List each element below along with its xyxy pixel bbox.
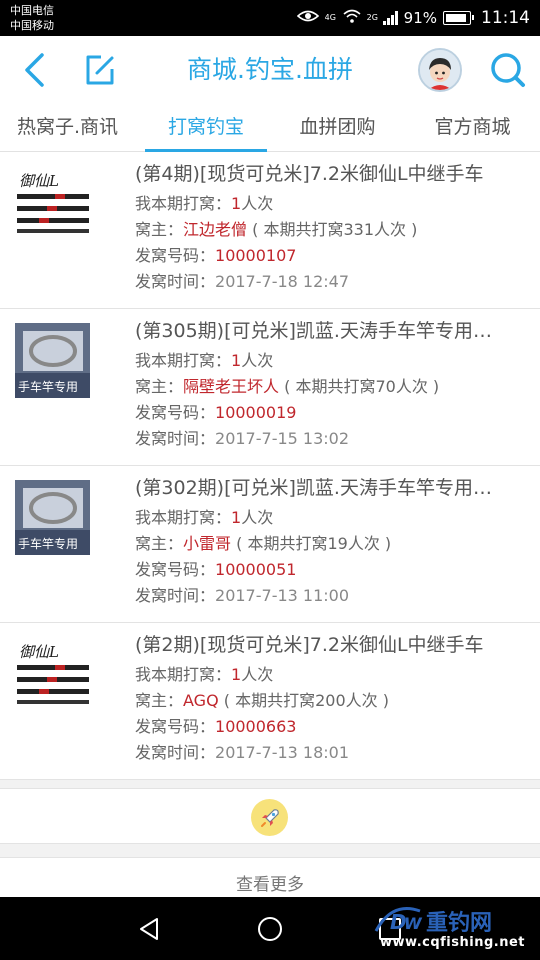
item-title: (第2期)[现货可兑米]7.2米御仙L中继手车 (135, 634, 484, 656)
item-code: 10000663 (215, 717, 297, 736)
back-button[interactable] (14, 48, 54, 92)
watermark-logo: D W (374, 907, 423, 934)
status-indicators: 4G 2G 91% 11:14 (296, 0, 530, 36)
nav-home-button[interactable] (252, 911, 288, 947)
thumbnail-brand-text: 手车竿专用 (18, 536, 78, 551)
item-title: (第4期)[现货可兑米]7.2米御仙L中继手车 (135, 163, 484, 185)
item-title: (第305期)[可兑米]凯蓝.天涛手车竿专用… (135, 320, 492, 342)
network-2g-label: 2G (366, 13, 378, 22)
item-code: 10000051 (215, 560, 297, 579)
item-title: (第302期)[可兑米]凯蓝.天涛手车竿专用… (135, 477, 492, 499)
owner-name[interactable]: 小雷哥 (183, 534, 231, 553)
tab-hot-news[interactable]: 热窝子.商讯 (0, 104, 135, 152)
owner-line: 窝主：隔壁老王坏人 ( 本期共打窝70人次 ) (135, 377, 440, 396)
my-bets-line: 我本期打窝：1人次 (135, 508, 274, 527)
my-bets-count: 1 (231, 665, 242, 684)
tab-bar: 热窝子.商讯 打窝钓宝 血拼团购 官方商城 (0, 104, 540, 152)
search-icon (491, 53, 525, 87)
clock: 11:14 (481, 8, 530, 28)
view-more-button[interactable]: 查看更多 (0, 857, 540, 897)
my-bets-count: 1 (231, 508, 242, 527)
rocket-icon (260, 808, 279, 827)
total-bets: 331 (343, 220, 375, 239)
battery-percent: 91% (403, 9, 437, 27)
watermark-name: 重钓网 (426, 911, 493, 936)
total-bets: 200 (315, 691, 346, 710)
battery-icon (443, 11, 474, 25)
network-4g-label: 4G (324, 13, 336, 22)
eye-icon (296, 8, 319, 28)
page-title: 商城.钓宝.血拼 (187, 55, 353, 84)
list-item[interactable]: 手车竿专用 (第302期)[可兑米]凯蓝.天涛手车竿专用… 我本期打窝：1人次 … (0, 466, 540, 623)
carrier-2: 中国移动 (10, 19, 54, 32)
owner-line: 窝主：江边老僧 ( 本期共打窝331人次 ) (135, 220, 418, 239)
item-time: 2017-7-13 18:01 (215, 743, 350, 762)
thumbnail-brand-text: 手车竿专用 (18, 379, 78, 394)
item-time: 2017-7-13 11:00 (215, 586, 350, 605)
thumbnail-brand-text: 御仙L (19, 643, 59, 661)
product-thumbnail: 御仙L (15, 637, 90, 712)
owner-name[interactable]: 隔壁老王坏人 (183, 377, 279, 396)
list-item[interactable]: 御仙L (第2期)[现货可兑米]7.2米御仙L中继手车 我本期打窝：1人次 窝主… (0, 623, 540, 780)
chevron-left-icon (25, 53, 44, 87)
my-bets-line: 我本期打窝：1人次 (135, 665, 274, 684)
code-line: 发窝号码：10000019 (135, 403, 297, 422)
nav-back-button[interactable] (131, 911, 167, 947)
my-bets-line: 我本期打窝：1人次 (135, 194, 274, 213)
site-watermark: D W 重钓网 www.cqfishing.net (372, 905, 532, 955)
scroll-top-bar (0, 788, 540, 844)
circle-home-icon (258, 917, 282, 941)
svg-text:W: W (404, 914, 423, 933)
carrier-1: 中国电信 (10, 4, 54, 17)
product-thumbnail: 手车竿专用 (15, 480, 90, 555)
thumbnail-brand-text: 御仙L (19, 172, 59, 190)
scroll-top-button[interactable] (251, 799, 288, 836)
owner-name[interactable]: AGQ (183, 691, 219, 710)
edit-button[interactable] (78, 48, 122, 92)
item-time: 2017-7-18 12:47 (215, 272, 350, 291)
search-button[interactable] (486, 48, 530, 92)
time-line: 发窝时间：2017-7-18 12:47 (135, 272, 350, 291)
edit-icon (86, 55, 114, 85)
time-line: 发窝时间：2017-7-15 13:02 (135, 429, 350, 448)
signal-icon (382, 11, 398, 25)
treasure-list: 御仙L (第4期)[现货可兑米]7.2米御仙L中继手车 我本期打窝：1人次 窝主… (0, 152, 540, 780)
user-avatar-icon (420, 50, 460, 90)
avatar[interactable] (418, 48, 462, 92)
owner-name[interactable]: 江边老僧 (183, 220, 247, 239)
my-bets-count: 1 (231, 194, 242, 213)
code-line: 发窝号码：10000051 (135, 560, 297, 579)
owner-line: 窝主：AGQ ( 本期共打窝200人次 ) (135, 691, 389, 710)
app-header: 商城.钓宝.血拼 (0, 36, 540, 104)
tab-official-mall[interactable]: 官方商城 (405, 104, 540, 152)
code-line: 发窝号码：10000107 (135, 246, 297, 265)
list-item[interactable]: 御仙L (第4期)[现货可兑米]7.2米御仙L中继手车 我本期打窝：1人次 窝主… (0, 152, 540, 309)
tab-fishing-treasure[interactable]: 打窝钓宝 (145, 104, 267, 152)
total-bets: 19 (327, 534, 348, 553)
tab-group-buy[interactable]: 血拼团购 (270, 104, 405, 152)
watermark-url: www.cqfishing.net (380, 935, 525, 950)
item-time: 2017-7-15 13:02 (215, 429, 350, 448)
item-details: (第302期)[可兑米]凯蓝.天涛手车竿专用… 我本期打窝：1人次 窝主：小雷哥… (135, 472, 528, 609)
wifi-icon (343, 8, 361, 28)
item-code: 10000107 (215, 246, 297, 265)
time-line: 发窝时间：2017-7-13 18:01 (135, 743, 350, 762)
item-details: (第305期)[可兑米]凯蓝.天涛手车竿专用… 我本期打窝：1人次 窝主：隔壁老… (135, 315, 528, 452)
list-item[interactable]: 手车竿专用 (第305期)[可兑米]凯蓝.天涛手车竿专用… 我本期打窝：1人次 … (0, 309, 540, 466)
product-thumbnail: 手车竿专用 (15, 323, 90, 398)
total-bets: 70 (375, 377, 396, 396)
item-details: (第4期)[现货可兑米]7.2米御仙L中继手车 我本期打窝：1人次 窝主：江边老… (135, 158, 528, 295)
owner-line: 窝主：小雷哥 ( 本期共打窝19人次 ) (135, 534, 392, 553)
my-bets-line: 我本期打窝：1人次 (135, 351, 274, 370)
item-details: (第2期)[现货可兑米]7.2米御仙L中继手车 我本期打窝：1人次 窝主：AGQ… (135, 629, 528, 766)
triangle-back-icon (140, 918, 158, 940)
code-line: 发窝号码：10000663 (135, 717, 297, 736)
status-bar: 中国电信 中国移动 4G 2G 91% 11:14 (0, 0, 540, 36)
time-line: 发窝时间：2017-7-13 11:00 (135, 586, 350, 605)
product-thumbnail: 御仙L (15, 166, 90, 241)
my-bets-count: 1 (231, 351, 242, 370)
item-code: 10000019 (215, 403, 297, 422)
system-nav-bar: D W 重钓网 www.cqfishing.net (0, 897, 540, 960)
